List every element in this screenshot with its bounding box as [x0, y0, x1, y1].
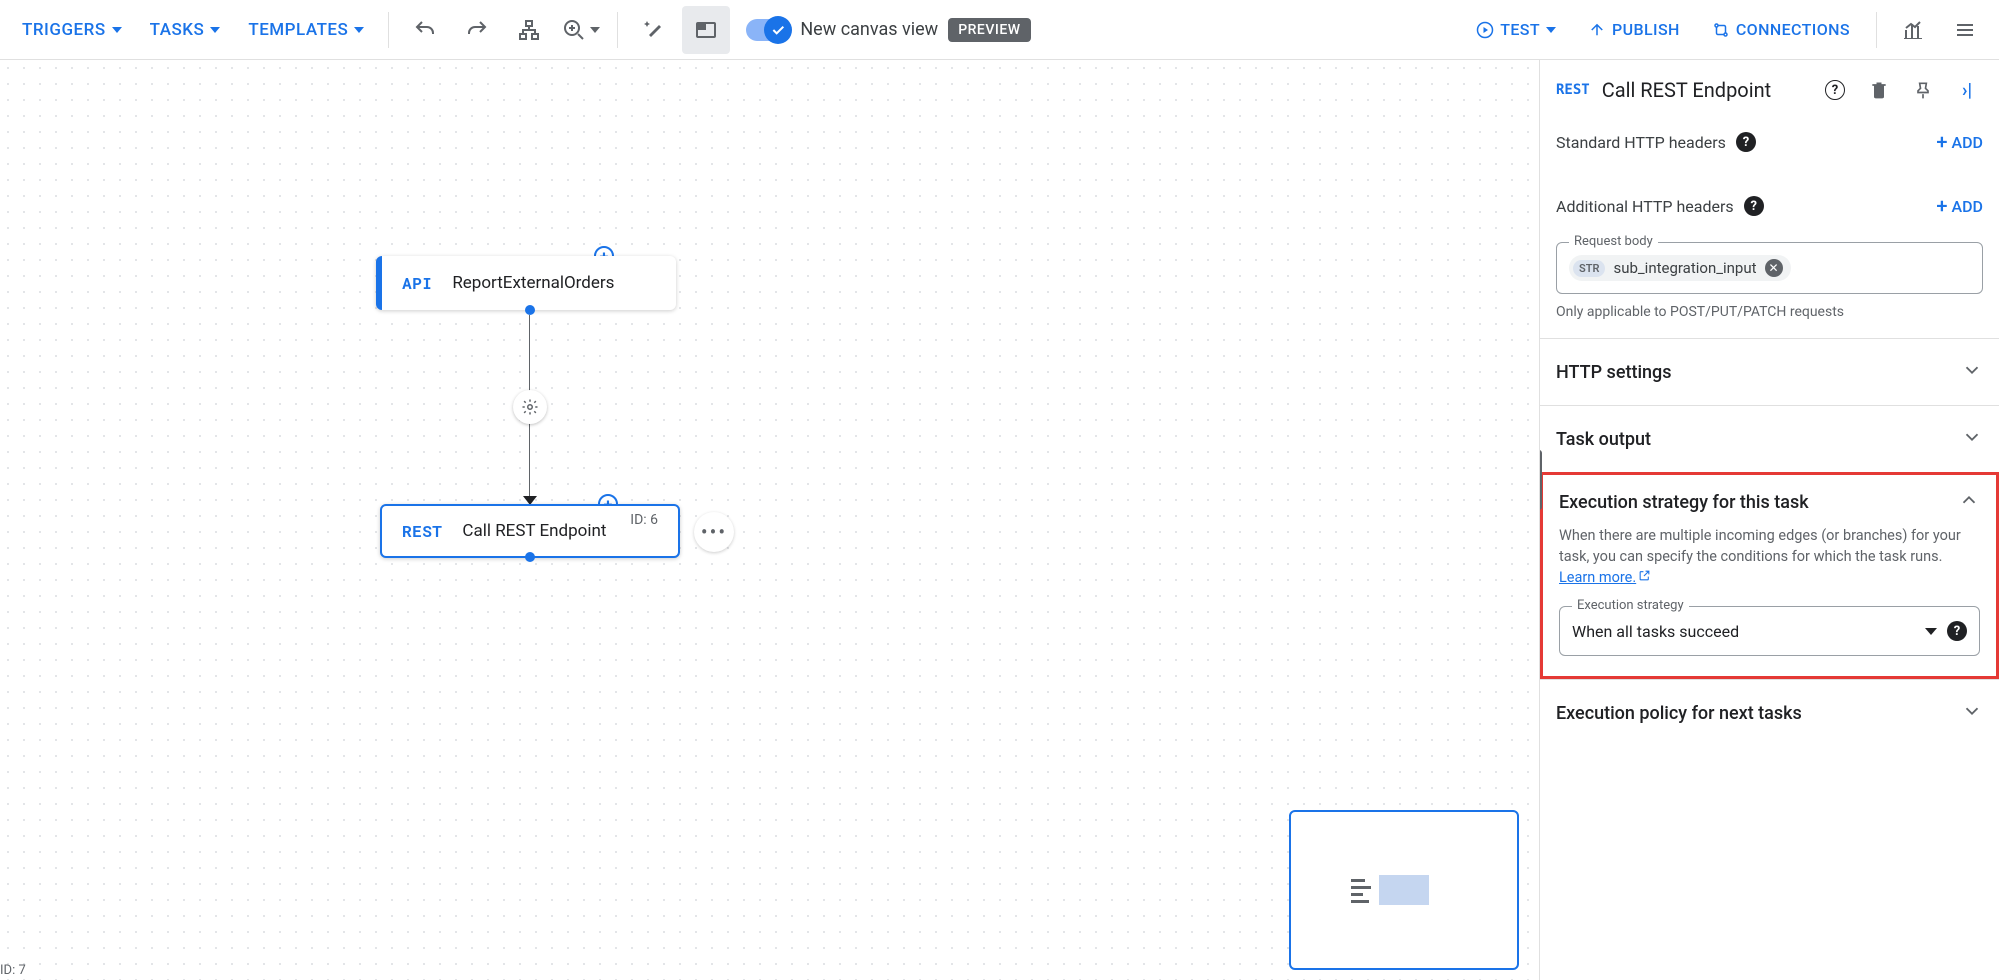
request-body-legend: Request body [1569, 234, 1658, 249]
execution-strategy-select[interactable]: Execution strategy When all tasks succee… [1559, 606, 1980, 656]
type-tag: STR [1573, 260, 1605, 277]
chevron-down-icon [112, 27, 122, 33]
node-label: Call REST Endpoint [462, 521, 606, 541]
chip-value: sub_integration_input [1613, 259, 1756, 277]
help-icon[interactable]: ? [1744, 196, 1764, 216]
http-settings-accordion[interactable]: HTTP settings [1540, 338, 1999, 405]
add-addl-header-button[interactable]: +ADD [1936, 194, 1983, 218]
node-rest-endpoint[interactable]: REST Call REST Endpoint ID: 6 [380, 504, 680, 558]
add-std-header-button[interactable]: +ADD [1936, 130, 1983, 154]
addl-headers-label: Additional HTTP headers [1556, 197, 1734, 216]
exec-strategy-legend: Execution strategy [1572, 598, 1689, 613]
layout-button[interactable] [505, 6, 553, 54]
edge-port[interactable] [525, 552, 535, 562]
edge-settings-button[interactable] [513, 390, 547, 424]
connections-button[interactable]: CONNECTIONS [1698, 10, 1864, 49]
zoom-button[interactable] [557, 6, 605, 54]
exec-strategy-value: When all tasks succeed [1572, 622, 1915, 641]
exec-strategy-title: Execution strategy for this task [1559, 492, 1958, 513]
chevron-up-icon[interactable] [1958, 489, 1980, 515]
external-link-icon [1638, 567, 1651, 588]
node-id: ID: 6 [630, 512, 658, 528]
help-icon: ? [1825, 80, 1845, 100]
remove-chip-button[interactable]: ✕ [1765, 259, 1783, 277]
chevron-down-icon [1961, 700, 1983, 726]
request-body-chip[interactable]: STR sub_integration_input ✕ [1569, 255, 1791, 281]
analytics-button[interactable] [1889, 6, 1937, 54]
chevron-down-icon [1961, 359, 1983, 385]
redo-button[interactable] [453, 6, 501, 54]
panel-title: Call REST Endpoint [1602, 78, 1807, 102]
templates-menu[interactable]: TEMPLATES [236, 10, 376, 50]
execution-strategy-section: Execution strategy for this task When th… [1540, 472, 1999, 679]
menu-button[interactable] [1941, 6, 1989, 54]
resize-handle[interactable] [1539, 450, 1542, 510]
chevron-down-icon [1961, 426, 1983, 452]
test-button[interactable]: TEST [1462, 10, 1570, 49]
preview-badge: PREVIEW [948, 18, 1030, 42]
request-body-field[interactable]: Request body STR sub_integration_input ✕ [1556, 242, 1983, 294]
help-icon[interactable]: ? [1947, 621, 1967, 641]
std-headers-label: Standard HTTP headers [1556, 133, 1726, 152]
publish-button[interactable]: PUBLISH [1574, 10, 1694, 49]
task-output-accordion[interactable]: Task output [1540, 405, 1999, 472]
pin-button[interactable] [1907, 74, 1939, 106]
chevron-down-icon [354, 27, 364, 33]
chevron-down-icon [1925, 628, 1937, 635]
tasks-menu[interactable]: TASKS [138, 10, 233, 50]
node-menu-button[interactable]: ••• [694, 512, 734, 552]
side-panel: REST Call REST Endpoint ? ›| Standard HT… [1539, 60, 1999, 980]
exec-strategy-desc: When there are multiple incoming edges (… [1559, 525, 1980, 588]
magic-wand-button[interactable] [630, 6, 678, 54]
panel-toggle-button[interactable] [682, 6, 730, 54]
node-tag: REST [402, 521, 442, 542]
canvas-view-toggle[interactable] [746, 19, 790, 41]
learn-more-link[interactable]: Learn more. [1559, 569, 1651, 586]
toolbar: TRIGGERS TASKS TEMPLATES New canvas view… [0, 0, 1999, 60]
minimap[interactable] [1289, 810, 1519, 970]
panel-tag: REST [1556, 82, 1590, 98]
edge-port[interactable] [525, 305, 535, 315]
undo-button[interactable] [401, 6, 449, 54]
help-icon[interactable]: ? [1736, 132, 1756, 152]
node-api-trigger[interactable]: API ReportExternalOrders [376, 256, 676, 310]
canvas-corner-id: ID: 7 [0, 963, 26, 978]
collapse-button[interactable]: ›| [1951, 74, 1983, 106]
node-tag: API [402, 273, 432, 294]
chevron-down-icon [210, 27, 220, 33]
delete-button[interactable] [1863, 74, 1895, 106]
node-label: ReportExternalOrders [452, 273, 614, 293]
canvas-view-label: New canvas view [800, 19, 938, 40]
triggers-menu[interactable]: TRIGGERS [10, 10, 134, 50]
canvas[interactable]: + API ReportExternalOrders + REST Call R… [0, 60, 1539, 980]
execution-policy-accordion[interactable]: Execution policy for next tasks [1540, 679, 1999, 746]
request-body-hint: Only applicable to POST/PUT/PATCH reques… [1540, 298, 1999, 338]
help-button[interactable]: ? [1819, 74, 1851, 106]
